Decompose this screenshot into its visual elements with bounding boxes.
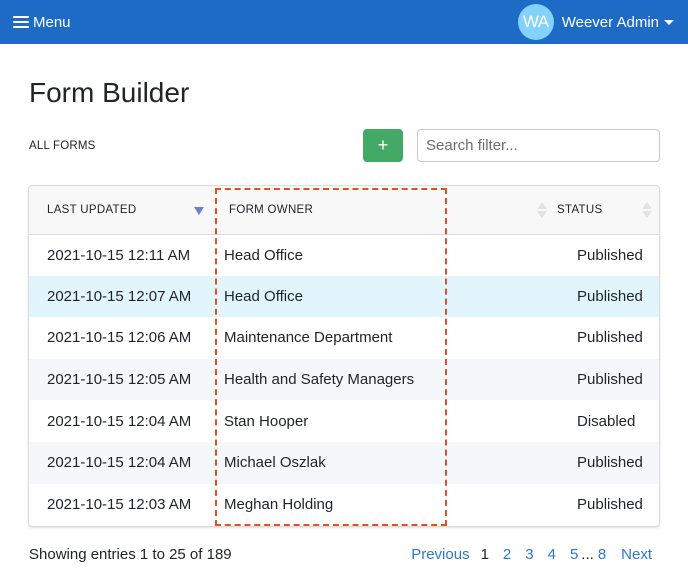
- cell-status: Published: [577, 495, 643, 513]
- cell-status: Published: [577, 371, 643, 389]
- table-row[interactable]: 2021-10-15 12:07 AM Head Office Publishe…: [29, 275, 659, 318]
- pagination-ellipsis: ...: [581, 546, 594, 563]
- pagination-next[interactable]: Next: [621, 546, 652, 563]
- forms-table: LAST UPDATED FORM OWNER STATUS 2021-10-1…: [28, 185, 660, 527]
- page-title: Form Builder: [29, 77, 190, 108]
- sort-icon: [537, 202, 547, 219]
- column-header-last-updated[interactable]: LAST UPDATED: [29, 186, 216, 234]
- avatar: WA: [517, 4, 554, 40]
- pagination-page[interactable]: 3: [525, 546, 533, 563]
- table-row[interactable]: 2021-10-15 12:06 AM Maintenance Departme…: [29, 317, 659, 359]
- caret-down-icon: [664, 19, 674, 25]
- plus-icon: +: [377, 135, 389, 155]
- entries-summary: Showing entries 1 to 25 of 189: [29, 546, 232, 563]
- table-row[interactable]: 2021-10-15 12:04 AM Stan Hooper Disabled: [29, 400, 659, 442]
- column-header-status[interactable]: STATUS: [557, 186, 659, 234]
- cell-form-owner: Michael Oszlak: [224, 454, 326, 472]
- user-menu[interactable]: WA Weever Admin: [517, 4, 674, 40]
- cell-status: Disabled: [577, 412, 636, 430]
- menu-label: Menu: [33, 13, 71, 31]
- top-navbar: Menu WA Weever Admin: [0, 0, 688, 44]
- cell-status: Published: [577, 329, 643, 347]
- search-input[interactable]: [417, 129, 660, 162]
- table-row[interactable]: 2021-10-15 12:04 AM Michael Oszlak Publi…: [29, 441, 659, 484]
- cell-form-owner: Maintenance Department: [224, 329, 393, 347]
- cell-last-updated: 2021-10-15 12:07 AM: [47, 287, 192, 305]
- cell-status: Published: [577, 454, 643, 472]
- sort-descending-icon: [194, 207, 204, 215]
- section-label: ALL FORMS: [29, 140, 96, 152]
- pagination: Previous 1 2 3 4 5 ... 8 Next: [411, 546, 652, 563]
- pagination-page[interactable]: 5: [570, 546, 578, 563]
- pagination-page[interactable]: 4: [548, 546, 556, 563]
- table-row[interactable]: 2021-10-15 12:03 AM Meghan Holding Publi…: [29, 484, 659, 526]
- hamburger-icon: [13, 16, 29, 28]
- table-header-row: LAST UPDATED FORM OWNER STATUS: [29, 186, 659, 234]
- column-header-form-owner[interactable]: FORM OWNER: [216, 186, 557, 234]
- pagination-page-last[interactable]: 8: [598, 546, 606, 563]
- cell-form-owner: Head Office: [224, 246, 303, 264]
- table-row[interactable]: 2021-10-15 12:11 AM Head Office Publishe…: [29, 234, 659, 276]
- cell-last-updated: 2021-10-15 12:05 AM: [47, 371, 192, 389]
- cell-last-updated: 2021-10-15 12:04 AM: [47, 454, 192, 472]
- column-header-label: LAST UPDATED: [47, 203, 137, 216]
- cell-status: Published: [577, 287, 643, 305]
- column-header-label: STATUS: [557, 203, 603, 216]
- pagination-page[interactable]: 2: [503, 546, 511, 563]
- user-name: Weever Admin: [561, 13, 659, 31]
- add-form-button[interactable]: +: [363, 129, 403, 162]
- column-header-label: FORM OWNER: [229, 203, 314, 216]
- cell-last-updated: 2021-10-15 12:03 AM: [47, 495, 192, 513]
- sort-icon: [642, 202, 652, 219]
- cell-status: Published: [577, 246, 643, 264]
- cell-last-updated: 2021-10-15 12:11 AM: [47, 246, 191, 264]
- pagination-previous[interactable]: Previous: [411, 546, 469, 563]
- menu-button[interactable]: Menu: [13, 12, 71, 32]
- cell-last-updated: 2021-10-15 12:06 AM: [47, 329, 192, 347]
- pagination-page-current: 1: [480, 546, 489, 563]
- cell-form-owner: Meghan Holding: [224, 495, 334, 513]
- cell-form-owner: Head Office: [224, 287, 303, 305]
- table-row[interactable]: 2021-10-15 12:05 AM Health and Safety Ma…: [29, 358, 659, 401]
- cell-form-owner: Health and Safety Managers: [224, 371, 415, 389]
- cell-form-owner: Stan Hooper: [224, 412, 309, 430]
- cell-last-updated: 2021-10-15 12:04 AM: [47, 412, 192, 430]
